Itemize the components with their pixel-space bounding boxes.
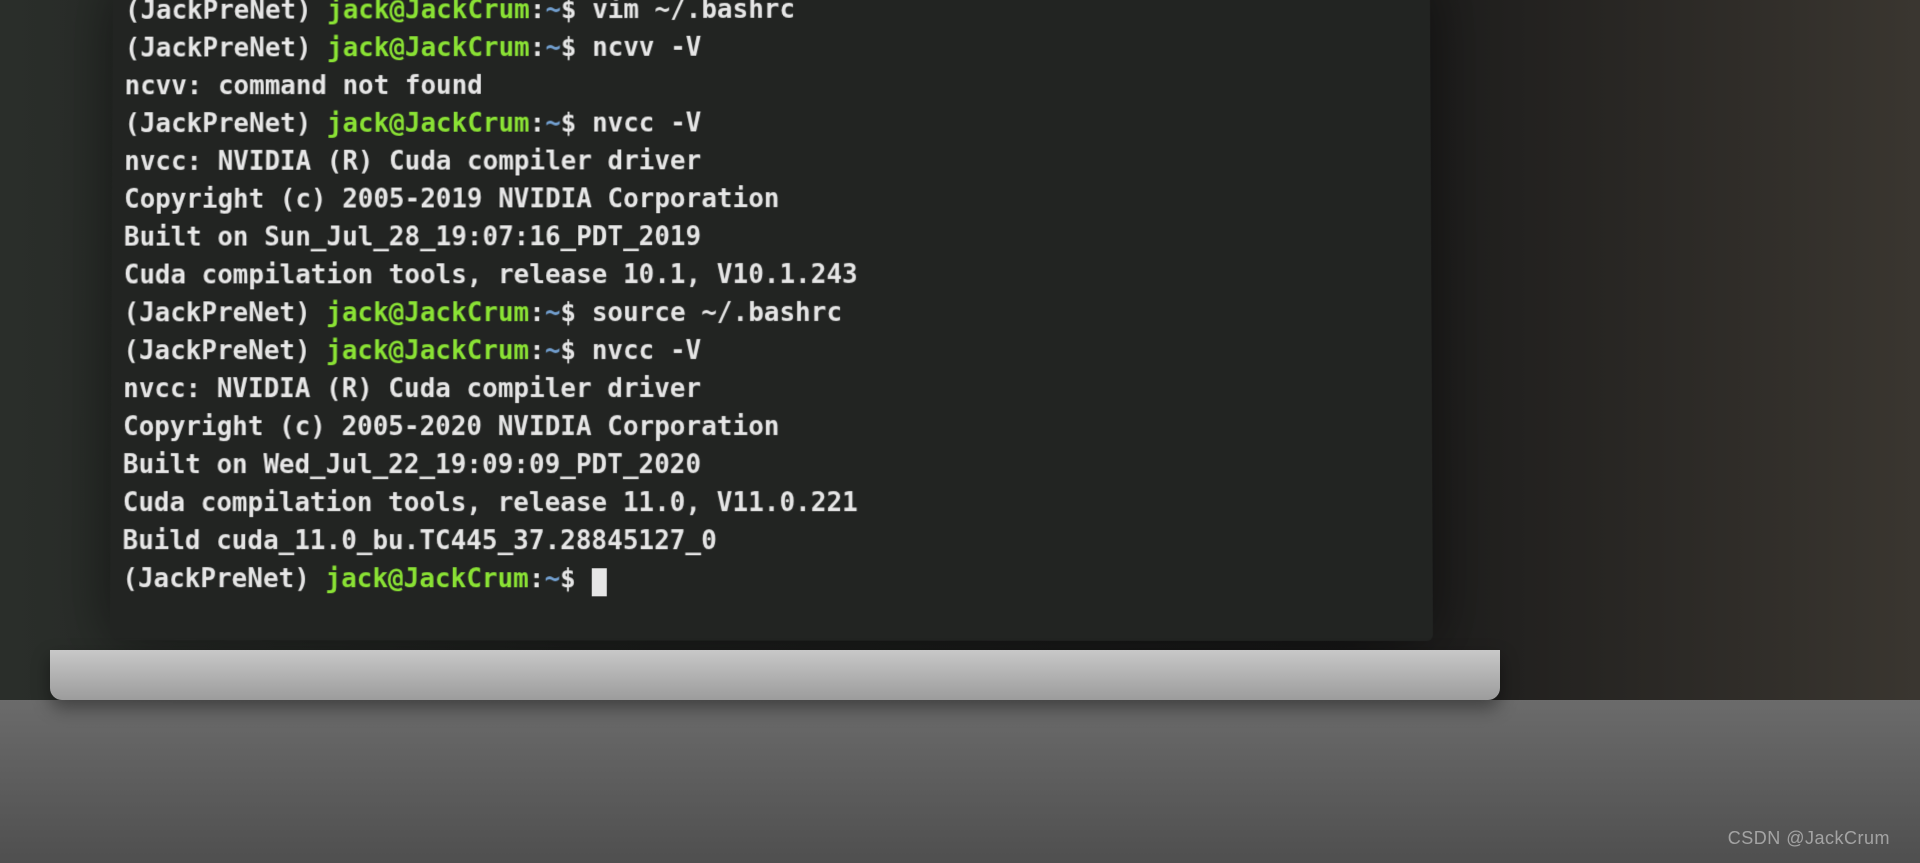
path-separator: : bbox=[530, 33, 546, 63]
terminal-output-line: Built on Sun_Jul_28_19:07:16_PDT_2019 bbox=[124, 218, 1431, 257]
prompt-sigil: $ bbox=[560, 298, 591, 328]
prompt-sigil: $ bbox=[561, 0, 592, 25]
command-text: nvcc -V bbox=[592, 336, 702, 366]
output-text: Copyright (c) 2005-2020 NVIDIA Corporati… bbox=[123, 412, 779, 442]
cwd: ~ bbox=[544, 564, 560, 594]
env-prefix: (JackPreNet) bbox=[123, 336, 326, 366]
command-text: nvcc -V bbox=[592, 108, 701, 138]
cwd: ~ bbox=[545, 33, 561, 63]
user-host: jack@JackCrum bbox=[326, 336, 529, 366]
prompt-sigil: $ bbox=[561, 33, 592, 63]
terminal-prompt-line: (JackPreNet) jack@JackCrum:~$ bbox=[122, 560, 1432, 599]
path-separator: : bbox=[530, 0, 546, 25]
terminal-output-line: Build cuda_11.0_bu.TC445_37.28845127_0 bbox=[122, 522, 1432, 560]
prompt-sigil: $ bbox=[560, 336, 591, 366]
cwd: ~ bbox=[545, 298, 561, 328]
prompt-sigil: $ bbox=[561, 109, 592, 139]
user-host: jack@JackCrum bbox=[326, 298, 529, 328]
output-text: nvcc: NVIDIA (R) Cuda compiler driver bbox=[124, 146, 701, 177]
env-prefix: (JackPreNet) bbox=[125, 33, 327, 63]
user-host: jack@JackCrum bbox=[327, 33, 530, 63]
prompt-sigil: $ bbox=[560, 564, 591, 594]
user-host: jack@JackCrum bbox=[327, 109, 530, 139]
env-prefix: (JackPreNet) bbox=[123, 298, 326, 328]
path-separator: : bbox=[530, 109, 546, 139]
photo-frame: (JackPreNet) jack@JackCrum:~$ vim ~/.bas… bbox=[0, 0, 1920, 863]
env-prefix: (JackPreNet) bbox=[125, 0, 327, 26]
terminal-prompt-line: (JackPreNet) jack@JackCrum:~$ ncvv -V bbox=[125, 28, 1431, 68]
output-text: Cuda compilation tools, release 10.1, V1… bbox=[124, 260, 858, 290]
watermark-text: CSDN @JackCrum bbox=[1728, 828, 1890, 849]
desk-surface bbox=[0, 700, 1920, 863]
env-prefix: (JackPreNet) bbox=[124, 109, 327, 139]
cwd: ~ bbox=[545, 336, 561, 366]
terminal-output-line: ncvv: command not found bbox=[124, 66, 1430, 106]
terminal-window[interactable]: (JackPreNet) jack@JackCrum:~$ vim ~/.bas… bbox=[110, 0, 1433, 641]
terminal-output-line: nvcc: NVIDIA (R) Cuda compiler driver bbox=[124, 142, 1431, 181]
cwd: ~ bbox=[545, 109, 561, 139]
output-text: nvcc: NVIDIA (R) Cuda compiler driver bbox=[123, 374, 701, 404]
terminal-output-line: Cuda compilation tools, release 11.0, V1… bbox=[123, 484, 1433, 522]
terminal-output-line: nvcc: NVIDIA (R) Cuda compiler driver bbox=[123, 370, 1432, 408]
command-text: ncvv -V bbox=[592, 33, 701, 63]
monitor-bezel bbox=[50, 650, 1500, 700]
env-prefix: (JackPreNet) bbox=[122, 564, 325, 594]
terminal-prompt-line: (JackPreNet) jack@JackCrum:~$ nvcc -V bbox=[124, 104, 1430, 144]
output-text: Copyright (c) 2005-2019 NVIDIA Corporati… bbox=[124, 184, 779, 215]
path-separator: : bbox=[529, 564, 545, 594]
output-text: ncvv: command not found bbox=[125, 71, 483, 101]
path-separator: : bbox=[529, 336, 545, 366]
terminal-prompt-line: (JackPreNet) jack@JackCrum:~$ vim ~/.bas… bbox=[125, 0, 1430, 30]
output-text: Build cuda_11.0_bu.TC445_37.28845127_0 bbox=[122, 526, 716, 556]
path-separator: : bbox=[529, 298, 545, 328]
terminal-output-line: Copyright (c) 2005-2019 NVIDIA Corporati… bbox=[124, 179, 1431, 218]
command-text: source ~/.bashrc bbox=[592, 298, 842, 328]
terminal-output-line: Built on Wed_Jul_22_19:09:09_PDT_2020 bbox=[123, 446, 1432, 484]
terminal-prompt-line: (JackPreNet) jack@JackCrum:~$ nvcc -V bbox=[123, 332, 1431, 371]
user-host: jack@JackCrum bbox=[327, 0, 530, 25]
terminal-content[interactable]: (JackPreNet) jack@JackCrum:~$ vim ~/.bas… bbox=[110, 0, 1432, 599]
output-text: Built on Wed_Jul_22_19:09:09_PDT_2020 bbox=[123, 450, 701, 480]
output-text: Built on Sun_Jul_28_19:07:16_PDT_2019 bbox=[124, 222, 701, 252]
output-text: Cuda compilation tools, release 11.0, V1… bbox=[123, 488, 858, 518]
terminal-output-line: Cuda compilation tools, release 10.1, V1… bbox=[124, 256, 1432, 295]
terminal-prompt-line: (JackPreNet) jack@JackCrum:~$ source ~/.… bbox=[123, 294, 1431, 333]
command-text: vim ~/.bashrc bbox=[592, 0, 795, 25]
cwd: ~ bbox=[545, 0, 561, 25]
cursor-icon bbox=[591, 568, 606, 596]
terminal-output-line: Copyright (c) 2005-2020 NVIDIA Corporati… bbox=[123, 408, 1432, 446]
user-host: jack@JackCrum bbox=[325, 564, 528, 594]
